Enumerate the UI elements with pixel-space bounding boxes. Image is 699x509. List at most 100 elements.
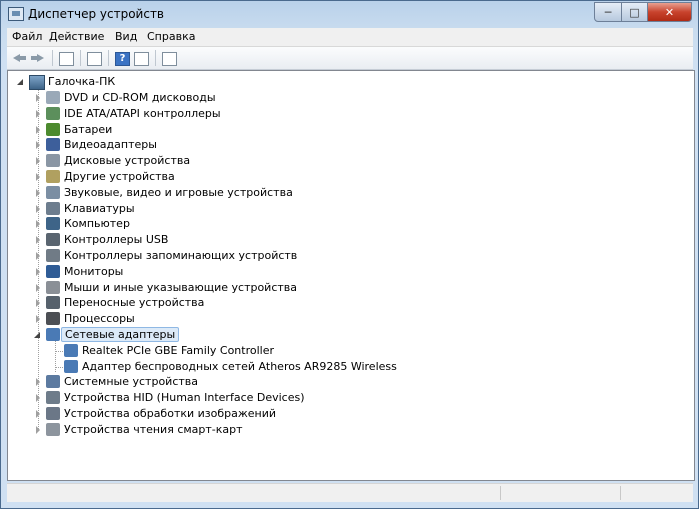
expand-arrow-icon[interactable] <box>36 125 40 134</box>
maximize-button[interactable]: □ <box>622 2 648 22</box>
tree-guide-line <box>55 350 63 352</box>
expand-arrow-icon[interactable] <box>36 267 40 276</box>
tree-category[interactable]: Сетевые адаптеры <box>8 327 688 343</box>
tree-category[interactable]: Компьютер <box>8 216 688 232</box>
device-manager-app-icon <box>8 7 24 21</box>
hid-icon <box>46 391 60 405</box>
tree-root-label: Галочка-ПК <box>48 75 116 88</box>
ide-controller-icon <box>46 106 60 120</box>
tree-category-label: Компьютер <box>64 217 130 231</box>
expand-arrow-icon[interactable] <box>36 410 40 418</box>
caption-buttons: ─ □ ✕ <box>594 2 692 22</box>
tree-category[interactable]: Устройства HID (Human Interface Devices) <box>8 390 688 406</box>
portable-device-icon <box>46 296 60 310</box>
menu-file[interactable]: Файл <box>12 30 42 43</box>
tree-root[interactable]: Галочка-ПК <box>8 74 688 90</box>
expand-arrow-icon[interactable] <box>36 109 40 118</box>
expand-arrow-icon[interactable] <box>36 236 40 245</box>
tree-category[interactable]: Контроллеры запоминающих устройств <box>8 248 688 264</box>
window-title: Диспетчер устройств <box>28 7 165 21</box>
expand-arrow-icon[interactable] <box>36 220 40 229</box>
expand-arrow-icon[interactable] <box>36 252 40 260</box>
device-tree-panel: Галочка-ПК DVD и CD-ROM дисководы IDE ATA… <box>7 70 695 481</box>
expand-arrow-icon[interactable] <box>36 94 40 102</box>
tree-category[interactable]: Батареи <box>8 122 688 138</box>
collapse-arrow-icon[interactable] <box>34 332 40 338</box>
tree-category-label: Видеоадаптеры <box>64 138 157 152</box>
scan-hardware-changes-icon[interactable] <box>162 52 177 66</box>
status-separator <box>500 486 501 500</box>
expand-arrow-icon[interactable] <box>36 157 40 166</box>
expand-arrow-icon[interactable] <box>36 394 40 403</box>
tree-category[interactable]: Другие устройства <box>8 169 688 185</box>
tree-category-label: Батареи <box>64 122 113 136</box>
expand-arrow-icon[interactable] <box>36 204 40 213</box>
expand-arrow-icon[interactable] <box>36 315 40 324</box>
menu-view[interactable]: Вид <box>115 30 137 43</box>
display-adapter-icon <box>46 138 60 152</box>
tree-device[interactable]: Адаптер беспроводных сетей Atheros AR928… <box>8 359 688 375</box>
tree-category[interactable]: Контроллеры USB <box>8 232 688 248</box>
other-devices-icon <box>46 170 60 183</box>
device-manager-window: Диспетчер устройств ─ □ ✕ Файл Действие … <box>0 0 699 509</box>
disk-drive-icon <box>46 154 60 168</box>
tree-category[interactable]: Процессоры <box>8 311 688 327</box>
tree-category-label: Клавиатуры <box>64 201 135 215</box>
expand-arrow-icon[interactable] <box>36 283 40 292</box>
tree-category-label: Устройства HID (Human Interface Devices) <box>64 391 305 405</box>
tree-category[interactable]: Дисковые устройства <box>8 153 688 169</box>
forward-arrow-icon[interactable] <box>30 50 46 66</box>
tree-device-label: Realtek PCIe GBE Family Controller <box>82 343 275 357</box>
expand-arrow-icon[interactable] <box>36 141 40 150</box>
tree-category-label: Другие устройства <box>64 170 175 183</box>
minimize-button[interactable]: ─ <box>594 2 622 22</box>
tree-category[interactable]: Мониторы <box>8 264 688 280</box>
toolbar: ? <box>7 47 693 70</box>
toolbar-separator <box>155 50 156 66</box>
tree-category[interactable]: Устройства обработки изображений <box>8 406 688 422</box>
tree-category[interactable]: Мыши и иные указывающие устройства <box>8 280 688 296</box>
tree-category[interactable]: Звуковые, видео и игровые устройства <box>8 185 688 201</box>
tree-category-label: IDE ATA/ATAPI контроллеры <box>64 106 221 120</box>
expand-arrow-icon[interactable] <box>36 188 40 197</box>
tree-device[interactable]: Realtek PCIe GBE Family Controller <box>8 343 688 359</box>
tree-category[interactable]: Переносные устройства <box>8 295 688 311</box>
menu-help[interactable]: Справка <box>147 30 195 43</box>
expand-arrow-icon[interactable] <box>36 299 40 308</box>
tree-device-label: Адаптер беспроводных сетей Atheros AR928… <box>82 359 397 373</box>
tree-category[interactable]: Клавиатуры <box>8 201 688 217</box>
show-hide-console-tree-icon[interactable] <box>59 52 74 66</box>
tree-category-label: Дисковые устройства <box>64 154 191 168</box>
tree-category-label: Контроллеры запоминающих устройств <box>64 249 298 262</box>
back-arrow-icon[interactable] <box>11 50 27 66</box>
expand-arrow-icon[interactable] <box>36 173 40 181</box>
action-pane-icon[interactable] <box>134 52 149 66</box>
tree-category-label: Контроллеры USB <box>64 233 169 247</box>
tree-category[interactable]: DVD и CD-ROM дисководы <box>8 90 688 106</box>
network-adapter-icon <box>64 343 78 357</box>
expand-arrow-icon[interactable] <box>36 378 40 387</box>
tree-category-label: Мониторы <box>64 264 124 278</box>
battery-icon <box>46 122 60 136</box>
title-bar[interactable]: Диспетчер устройств ─ □ ✕ <box>1 1 698 27</box>
collapse-arrow-icon[interactable] <box>17 79 23 85</box>
tree-category-label: Переносные устройства <box>64 296 205 310</box>
computer-icon <box>29 75 45 90</box>
close-button[interactable]: ✕ <box>648 2 692 22</box>
processor-icon <box>46 312 60 326</box>
tree-category-label: Мыши и иные указывающие устройства <box>64 280 298 294</box>
tree-category[interactable]: Системные устройства <box>8 374 688 390</box>
tree-category-label: Системные устройства <box>64 375 198 389</box>
help-icon[interactable]: ? <box>115 52 130 66</box>
storage-controller-icon <box>46 249 60 262</box>
tree-category[interactable]: Видеоадаптеры <box>8 137 688 153</box>
tree-category[interactable]: Устройства чтения смарт-карт <box>8 422 688 438</box>
tree-category-label: Процессоры <box>64 312 135 326</box>
toolbar-separator <box>108 50 109 66</box>
tree-category-label: DVD и CD-ROM дисководы <box>64 91 216 104</box>
tree-guide-line <box>55 366 63 368</box>
tree-category[interactable]: IDE ATA/ATAPI контроллеры <box>8 106 688 122</box>
menu-action[interactable]: Действие <box>49 30 104 43</box>
expand-arrow-icon[interactable] <box>36 425 40 434</box>
properties-icon[interactable] <box>87 52 102 66</box>
